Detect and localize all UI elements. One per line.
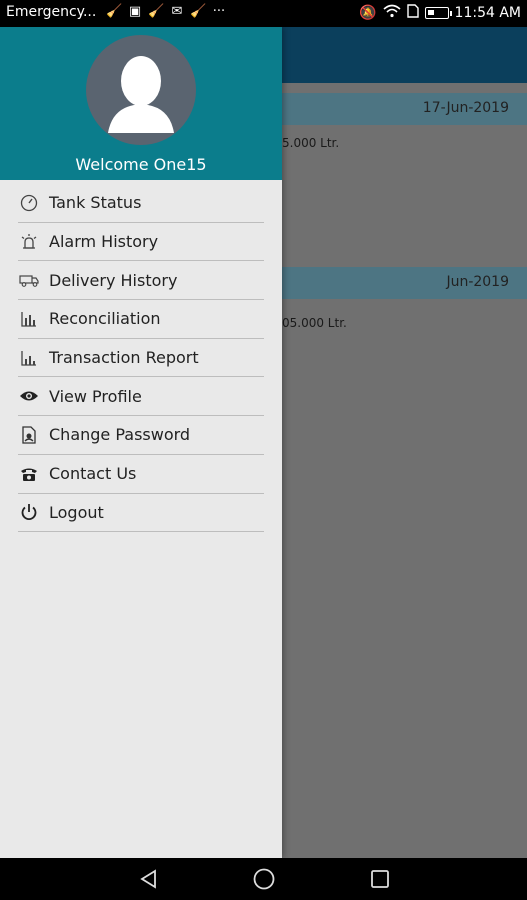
mail-icon: ✉ bbox=[171, 4, 183, 19]
eye-icon bbox=[18, 385, 40, 407]
menu-item-logout[interactable]: Logout bbox=[18, 494, 264, 533]
alarm-icon bbox=[18, 231, 40, 253]
card-volume: 5.000 Ltr. bbox=[282, 136, 340, 150]
menu-item-label: Logout bbox=[49, 502, 104, 522]
system-nav-bar bbox=[0, 858, 527, 900]
broom-icon: 🧹 bbox=[190, 4, 207, 19]
menu-item-delivery-history[interactable]: Delivery History bbox=[18, 261, 264, 301]
sim-icon bbox=[406, 4, 419, 22]
menu-item-label: Reconciliation bbox=[49, 309, 161, 329]
battery-icon bbox=[424, 7, 452, 19]
broom-icon: 🧹 bbox=[106, 4, 123, 19]
broom-icon: 🧹 bbox=[148, 4, 165, 19]
menu-item-label: View Profile bbox=[49, 386, 142, 406]
menu-item-change-password[interactable]: Change Password bbox=[18, 416, 264, 455]
menu-item-reconciliation[interactable]: Reconciliation bbox=[18, 300, 264, 339]
home-button[interactable] bbox=[250, 865, 278, 893]
drawer-menu: Tank Status Alarm History Delivery Histo… bbox=[18, 184, 264, 533]
screen: Emergency... 🧹 ▣ 🧹 ✉ 🧹 ··· 🔕 11:54 AM 17… bbox=[0, 0, 527, 900]
report-chart-icon bbox=[18, 347, 40, 369]
back-button[interactable] bbox=[135, 865, 163, 893]
card-volume: 05.000 Ltr. bbox=[282, 316, 347, 330]
wifi-icon bbox=[383, 4, 401, 22]
avatar bbox=[86, 35, 196, 145]
phone-icon bbox=[18, 463, 40, 485]
welcome-text: Welcome One15 bbox=[75, 155, 207, 174]
menu-item-tank-status[interactable]: Tank Status bbox=[18, 184, 264, 223]
card-date: Jun-2019 bbox=[446, 274, 509, 290]
status-bar: Emergency... 🧹 ▣ 🧹 ✉ 🧹 ··· 🔕 11:54 AM bbox=[0, 0, 527, 27]
back-triangle-icon bbox=[140, 869, 156, 889]
mute-icon: 🔕 bbox=[359, 5, 377, 21]
home-circle-icon bbox=[253, 868, 275, 890]
navigation-drawer: Welcome One15 Tank Status Alarm History … bbox=[0, 27, 282, 858]
notification-icons: 🧹 ▣ 🧹 ✉ 🧹 ··· bbox=[106, 4, 227, 20]
menu-item-alarm-history[interactable]: Alarm History bbox=[18, 223, 264, 262]
image-icon: ▣ bbox=[128, 4, 142, 19]
drawer-header: Welcome One15 bbox=[0, 27, 282, 180]
recents-button[interactable] bbox=[366, 865, 394, 893]
menu-item-label: Alarm History bbox=[49, 232, 159, 252]
system-icons: 🔕 11:54 AM bbox=[359, 4, 521, 22]
menu-item-contact-us[interactable]: Contact Us bbox=[18, 455, 264, 494]
menu-item-view-profile[interactable]: View Profile bbox=[18, 377, 264, 417]
user-silhouette-icon bbox=[108, 56, 174, 133]
menu-item-transaction-report[interactable]: Transaction Report bbox=[18, 339, 264, 378]
menu-item-label: Contact Us bbox=[49, 464, 137, 484]
truck-icon bbox=[18, 269, 40, 291]
menu-item-label: Transaction Report bbox=[49, 348, 199, 368]
power-icon bbox=[18, 501, 40, 523]
carrier-label: Emergency... bbox=[6, 4, 97, 20]
menu-item-label: Change Password bbox=[49, 425, 191, 445]
card-date: 17-Jun-2019 bbox=[422, 100, 509, 116]
bar-chart-icon bbox=[18, 308, 40, 330]
recents-square-icon bbox=[371, 870, 389, 888]
password-icon bbox=[18, 424, 40, 446]
menu-item-label: Delivery History bbox=[49, 270, 178, 290]
clock: 11:54 AM bbox=[454, 5, 521, 21]
more-icon: ··· bbox=[212, 4, 226, 19]
menu-item-label: Tank Status bbox=[49, 193, 142, 213]
gauge-icon bbox=[18, 192, 40, 214]
battery-level bbox=[427, 10, 434, 15]
